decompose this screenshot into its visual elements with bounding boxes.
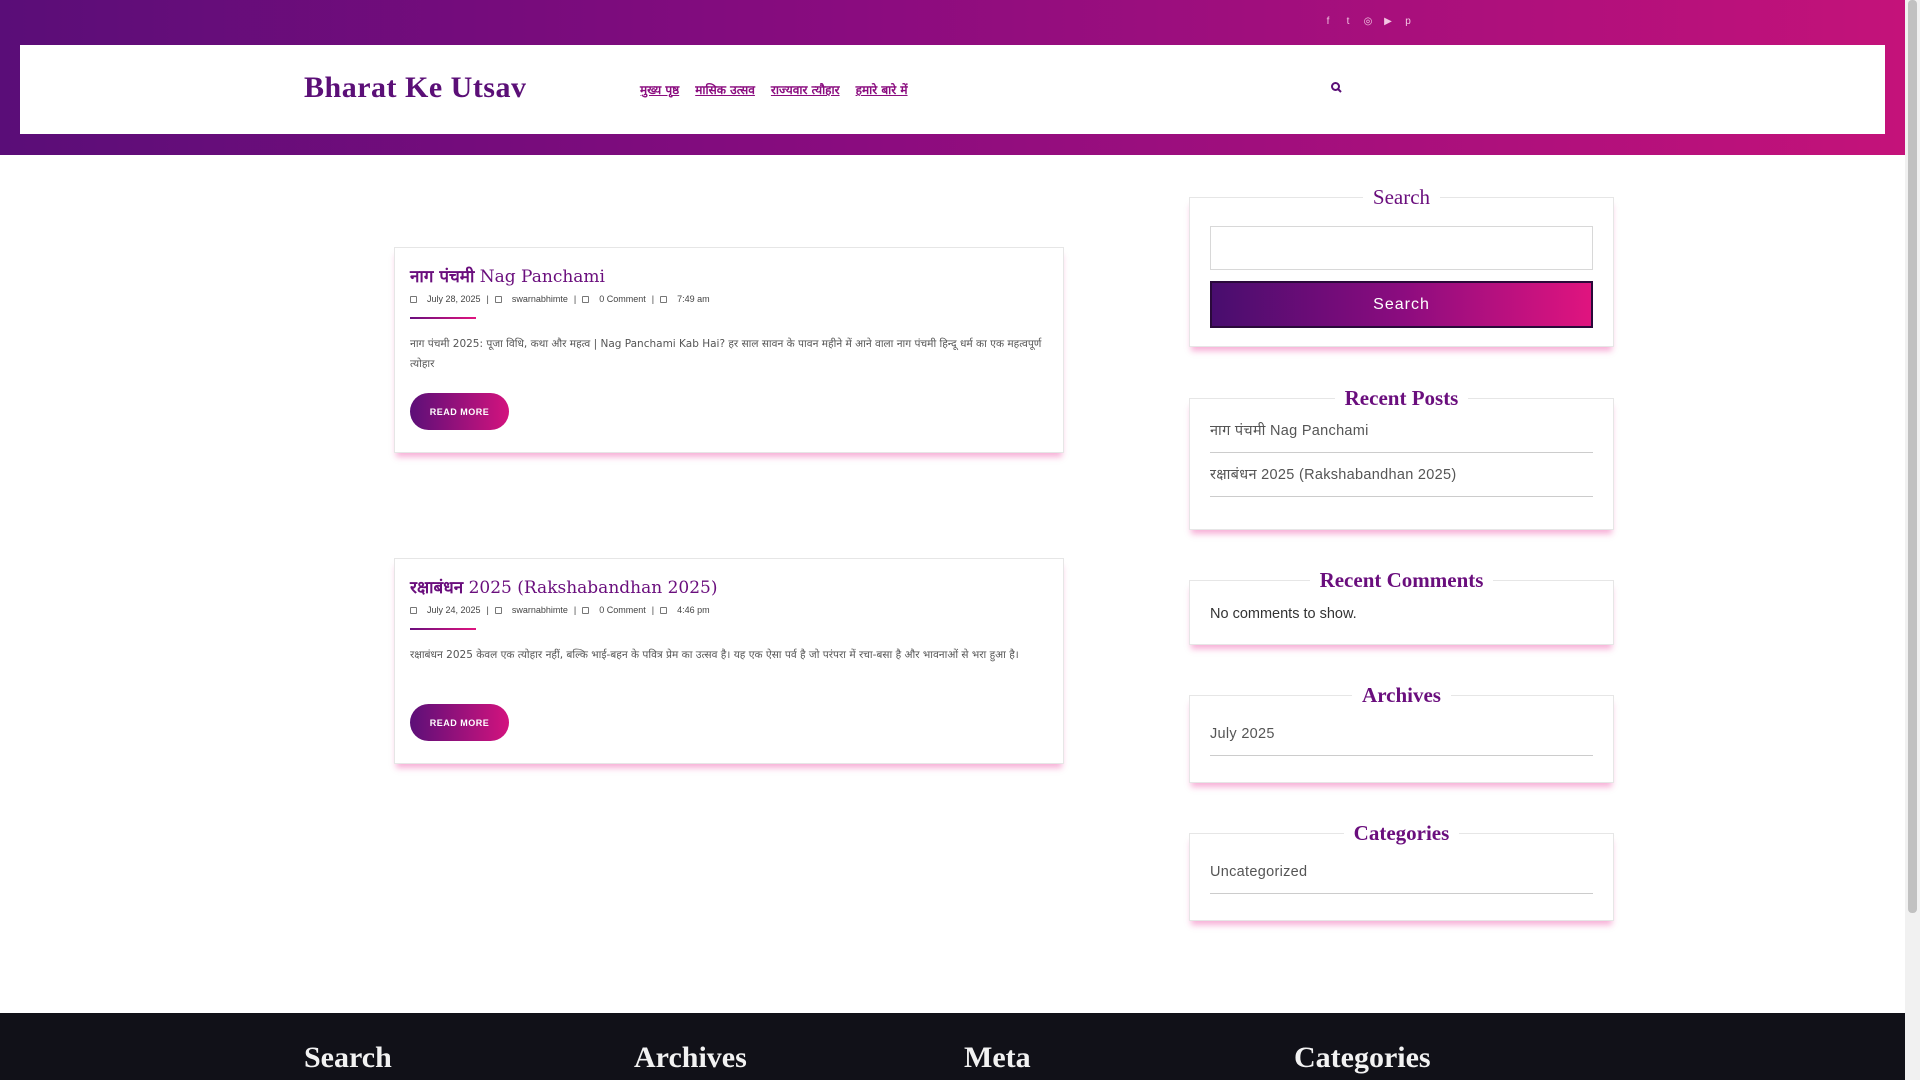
post-title[interactable]: नाग पंचमी Nag Panchami	[410, 264, 605, 287]
nav-item-monthly-festivals[interactable]: मासिक उत्सव	[695, 81, 755, 98]
post-excerpt: नाग पंचमी 2025: पूजा विधि, कथा और महत्व …	[410, 338, 1042, 370]
post-comments[interactable]: 0 Comment	[599, 294, 646, 304]
list-item[interactable]: July 2025	[1210, 712, 1593, 756]
list-item[interactable]: रक्षाबंधन 2025 (Rakshabandhan 2025)	[1210, 453, 1593, 497]
nav-item-state-festivals[interactable]: राज्यवार त्यौहार	[771, 81, 840, 98]
page: f t ◎ ▶ p Bharat Ke Utsav मुख्य पृष्ठ मा…	[0, 0, 1905, 1080]
no-comments-text: No comments to show.	[1210, 606, 1357, 622]
widget-title: Archives	[1352, 683, 1451, 707]
widget-title: Recent Comments	[1309, 568, 1494, 592]
main-nav: मुख्य पृष्ठ मासिक उत्सव राज्यवार त्यौहार…	[640, 81, 908, 98]
footer-heading-search: Search	[304, 1041, 392, 1074]
categories-list: Uncategorized	[1210, 850, 1593, 894]
meta-separator: |	[651, 605, 655, 615]
title-underline	[410, 317, 476, 319]
title-underline	[410, 628, 476, 630]
footer-heading-categories: Categories	[1294, 1041, 1431, 1074]
pinterest-icon[interactable]: p	[1402, 15, 1414, 29]
footer-heading-archives: Archives	[634, 1041, 747, 1074]
top-gradient-bar: f t ◎ ▶ p Bharat Ke Utsav मुख्य पृष्ठ मा…	[0, 0, 1905, 155]
site-footer: Search Archives Meta Categories	[0, 1013, 1905, 1080]
recent-posts-list: नाग पंचमी Nag Panchami रक्षाबंधन 2025 (R…	[1210, 409, 1593, 497]
recent-posts-widget: Recent Posts नाग पंचमी Nag Panchami रक्ष…	[1189, 386, 1614, 530]
twitter-icon[interactable]: t	[1342, 15, 1354, 29]
comment-icon	[582, 606, 590, 614]
widget-title: Categories	[1343, 821, 1460, 845]
instagram-icon[interactable]: ◎	[1362, 15, 1374, 29]
categories-widget: Categories Uncategorized	[1189, 821, 1614, 921]
read-more-button[interactable]: READ MORE	[410, 393, 509, 430]
nav-item-about-us[interactable]: हमारे बारे में	[856, 81, 908, 98]
search-widget: Search Search	[1189, 185, 1614, 347]
user-icon	[494, 295, 502, 303]
calendar-icon	[410, 295, 417, 303]
list-item[interactable]: Uncategorized	[1210, 850, 1593, 894]
search-input[interactable]	[1210, 226, 1593, 270]
widget-title: Recent Posts	[1334, 386, 1469, 410]
scrollbar-thumb[interactable]	[1908, 0, 1917, 913]
archives-widget: Archives July 2025	[1189, 683, 1614, 783]
clock-icon	[660, 606, 668, 614]
post-comments[interactable]: 0 Comment	[599, 605, 646, 615]
post-author[interactable]: swarnabhimte	[512, 294, 568, 304]
clock-icon	[660, 295, 668, 303]
post-meta: July 28, 2025 | swarnabhimte | 0 Comment…	[410, 294, 710, 304]
meta-separator: |	[573, 294, 577, 304]
post-time: 4:46 pm	[677, 605, 710, 615]
post-card: नाग पंचमी Nag Panchami July 28, 2025 | s…	[394, 247, 1064, 453]
site-title[interactable]: Bharat Ke Utsav	[304, 71, 526, 105]
youtube-icon[interactable]: ▶	[1382, 15, 1394, 29]
site-header: Bharat Ke Utsav मुख्य पृष्ठ मासिक उत्सव …	[20, 45, 1885, 134]
post-card: रक्षाबंधन 2025 (Rakshabandhan 2025) July…	[394, 558, 1064, 764]
footer-heading-meta: Meta	[964, 1041, 1031, 1074]
social-links: f t ◎ ▶ p	[1322, 15, 1414, 29]
post-date[interactable]: July 24, 2025	[427, 605, 481, 615]
post-author[interactable]: swarnabhimte	[512, 605, 568, 615]
nav-item-home[interactable]: मुख्य पृष्ठ	[640, 81, 679, 98]
post-meta: July 24, 2025 | swarnabhimte | 0 Comment…	[410, 605, 710, 615]
post-title[interactable]: रक्षाबंधन 2025 (Rakshabandhan 2025)	[410, 575, 717, 598]
post-date[interactable]: July 28, 2025	[427, 294, 481, 304]
meta-separator: |	[486, 294, 489, 304]
facebook-icon[interactable]: f	[1322, 15, 1334, 29]
widget-title: Search	[1362, 185, 1441, 209]
search-icon[interactable]	[1330, 81, 1344, 95]
read-more-button[interactable]: READ MORE	[410, 704, 509, 741]
calendar-icon	[410, 606, 417, 614]
recent-comments-widget: Recent Comments No comments to show.	[1189, 568, 1614, 645]
meta-separator: |	[486, 605, 489, 615]
list-item[interactable]: नाग पंचमी Nag Panchami	[1210, 409, 1593, 453]
user-icon	[494, 606, 502, 614]
comment-icon	[582, 295, 590, 303]
meta-separator: |	[573, 605, 577, 615]
post-excerpt: रक्षाबंधन 2025 केवल एक त्योहार नहीं, बल्…	[410, 649, 1019, 661]
search-button[interactable]: Search	[1210, 281, 1593, 328]
archives-list: July 2025	[1210, 712, 1593, 756]
post-time: 7:49 am	[677, 294, 710, 304]
meta-separator: |	[651, 294, 655, 304]
